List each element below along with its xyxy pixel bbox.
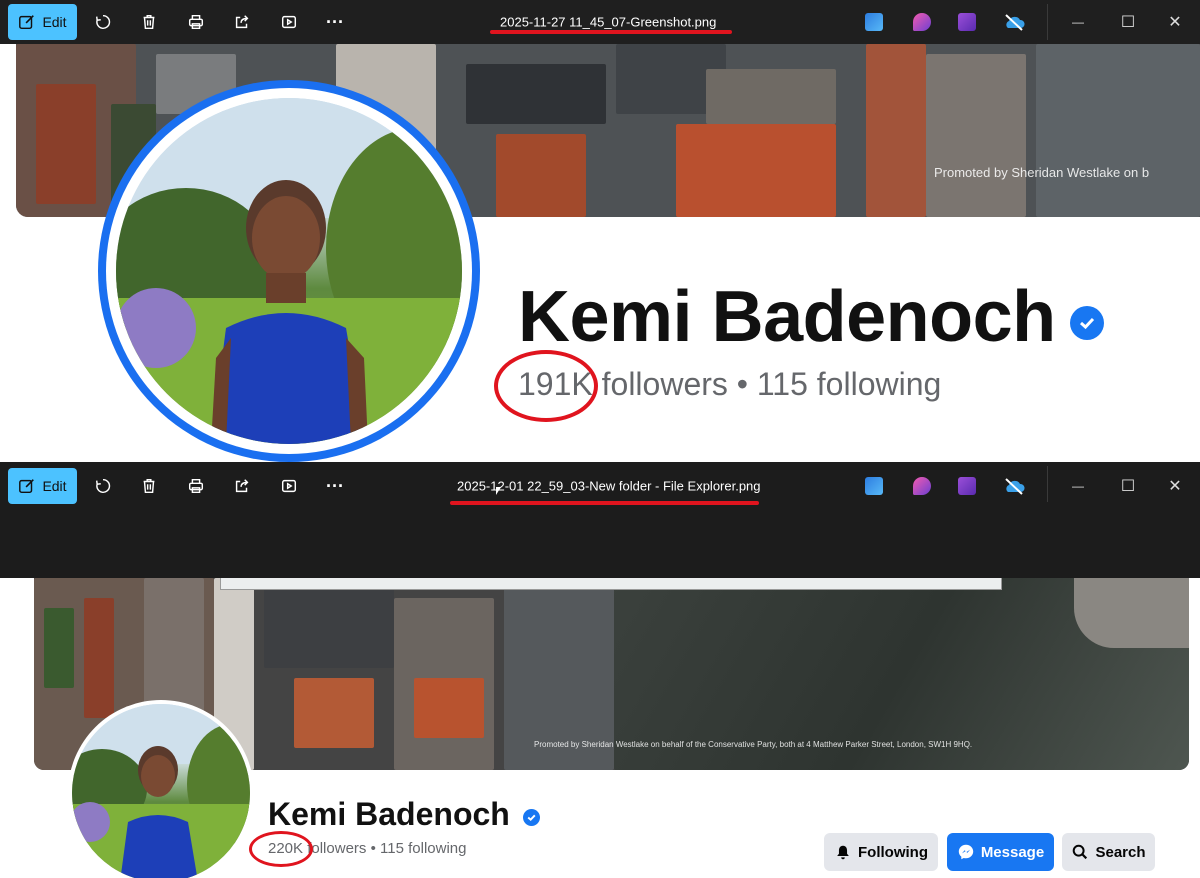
edit-icon [19, 15, 35, 30]
following-count[interactable]: 115 following [380, 840, 466, 857]
more-icon[interactable]: ··· [323, 10, 347, 34]
onedrive-icon[interactable] [1003, 13, 1025, 31]
close-button[interactable]: ✕ [1165, 12, 1185, 32]
profile-name: Kemi Badenoch [518, 277, 1056, 357]
minimize-button[interactable]: — [1068, 15, 1088, 29]
maximize-button[interactable]: ☐ [1118, 476, 1138, 496]
profile-avatar[interactable] [116, 98, 462, 444]
message-button[interactable]: Message [947, 833, 1054, 871]
slideshow-icon[interactable] [277, 474, 301, 498]
paint-icon[interactable] [865, 13, 883, 31]
promoted-by-text: Promoted by Sheridan Westlake on behalf … [534, 740, 973, 749]
promoted-by-text: Promoted by Sheridan Westlake on b [934, 165, 1150, 180]
annotation-underline [490, 30, 732, 34]
designer-icon[interactable] [958, 13, 976, 31]
messenger-icon [958, 844, 974, 860]
edit-icon [19, 479, 35, 494]
following-count[interactable]: 115 following [757, 366, 941, 402]
share-icon[interactable] [230, 10, 254, 34]
followers-label[interactable]: followers [307, 840, 366, 857]
enhance-icon[interactable] [91, 10, 115, 34]
bell-icon [837, 845, 849, 860]
delete-icon[interactable] [137, 10, 161, 34]
profile-name: Kemi Badenoch [268, 796, 510, 832]
close-button[interactable]: ✕ [1165, 476, 1185, 496]
annotation-circle [249, 831, 313, 867]
mouse-cursor-icon [496, 487, 501, 495]
enhance-icon[interactable] [91, 474, 115, 498]
search-icon [1073, 844, 1088, 860]
slideshow-icon[interactable] [277, 10, 301, 34]
share-icon[interactable] [230, 474, 254, 498]
followers-label[interactable]: followers [602, 366, 728, 402]
screenshot-panel-1: Promoted by Sheridan Westlake on b Kemi … [0, 0, 1200, 462]
print-icon[interactable] [184, 10, 208, 34]
more-icon[interactable]: ··· [323, 474, 347, 498]
clipchamp-icon[interactable] [913, 13, 931, 31]
following-button[interactable]: Following [824, 833, 938, 871]
edit-button[interactable]: Edit [8, 4, 77, 40]
window-title: 2025-12-01 22_59_03-New folder - File Ex… [457, 478, 761, 494]
search-button[interactable]: Search [1062, 833, 1155, 871]
minimize-button[interactable]: — [1068, 479, 1088, 493]
window-title: 2025-11-27 11_45_07-Greenshot.png [500, 14, 717, 30]
profile-avatar[interactable] [72, 704, 250, 878]
maximize-button[interactable]: ☐ [1118, 12, 1138, 32]
clipchamp-icon[interactable] [913, 477, 931, 495]
designer-icon[interactable] [958, 477, 976, 495]
delete-icon[interactable] [137, 474, 161, 498]
onedrive-icon[interactable] [1003, 477, 1025, 495]
paint-icon[interactable] [865, 477, 883, 495]
screenshot-panel-2: Promoted by Sheridan Westlake on behalf … [0, 462, 1200, 878]
edit-button[interactable]: Edit [8, 468, 77, 504]
verified-badge-icon [523, 809, 540, 826]
print-icon[interactable] [184, 474, 208, 498]
photo-viewer-toolbar: Edit ··· 2025-11-27 11_45_07-Greenshot.p… [0, 0, 1200, 44]
annotation-underline [450, 501, 759, 505]
annotation-circle [494, 350, 598, 422]
verified-badge-icon [1070, 306, 1104, 340]
photo-viewer-toolbar: Edit ··· 2025-12-01 22_59_03-New folder … [0, 462, 1200, 578]
